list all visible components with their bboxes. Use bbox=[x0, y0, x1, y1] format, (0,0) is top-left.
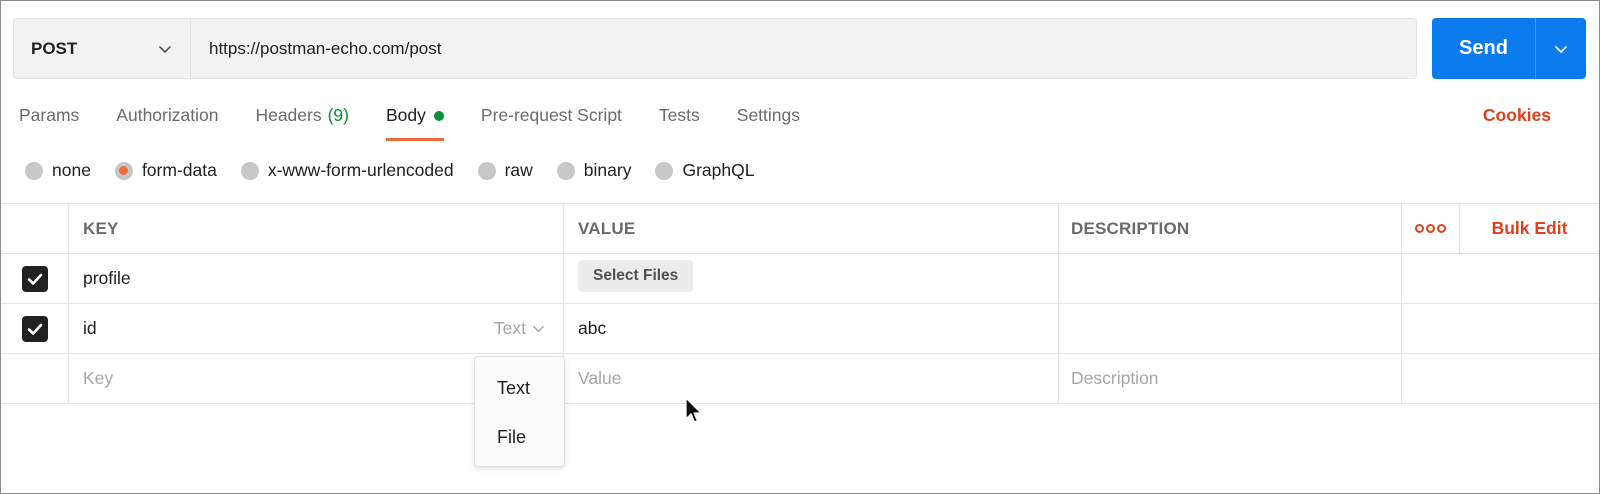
radio-circle bbox=[240, 161, 259, 180]
radio-x-www-form-urlencoded[interactable]: x-www-form-urlencoded bbox=[240, 160, 454, 181]
description-cell[interactable] bbox=[1059, 304, 1402, 353]
radio-graphql[interactable]: GraphQL bbox=[655, 160, 754, 181]
send-button[interactable]: Send bbox=[1432, 18, 1536, 79]
select-files-button[interactable]: Select Files bbox=[578, 259, 694, 292]
value-text: abc bbox=[578, 318, 607, 338]
tab-body[interactable]: Body bbox=[386, 101, 444, 141]
mouse-pointer-icon bbox=[685, 397, 702, 423]
row-checkbox[interactable] bbox=[21, 265, 48, 292]
form-data-table: KEY VALUE DESCRIPTION Bulk Edit profile … bbox=[1, 203, 1599, 404]
row-spacer-cell bbox=[1402, 254, 1460, 303]
tab-label: Pre-request Script bbox=[480, 105, 622, 125]
key-placeholder: Key bbox=[83, 368, 114, 388]
body-type-radio-group: none form-data x-www-form-urlencoded raw… bbox=[25, 160, 778, 181]
value-cell[interactable]: Value bbox=[564, 354, 1059, 403]
radio-circle bbox=[655, 161, 674, 180]
radio-none[interactable]: none bbox=[25, 160, 91, 181]
radio-circle bbox=[477, 161, 496, 180]
check-icon bbox=[27, 273, 42, 285]
table-row: profile Select Files bbox=[1, 253, 1599, 303]
row-spacer-cell bbox=[1460, 354, 1599, 403]
table-row: id Text abc bbox=[1, 303, 1599, 353]
row-check-cell bbox=[1, 304, 69, 353]
row-spacer-cell bbox=[1460, 304, 1599, 353]
tab-label: Settings bbox=[736, 105, 801, 125]
radio-label: form-data bbox=[141, 160, 217, 180]
key-type-select[interactable]: Text bbox=[494, 304, 545, 353]
request-bar: POST bbox=[13, 18, 1417, 79]
row-check-cell bbox=[1, 254, 69, 303]
method-label: POST bbox=[31, 38, 78, 58]
bulk-edit-button[interactable]: Bulk Edit bbox=[1492, 218, 1568, 239]
radio-label: binary bbox=[583, 160, 632, 180]
tab-authorization[interactable]: Authorization bbox=[116, 101, 218, 141]
description-cell[interactable] bbox=[1059, 254, 1402, 303]
row-spacer-cell bbox=[1402, 304, 1460, 353]
tab-label: Headers bbox=[255, 105, 322, 125]
key-type-label: Text bbox=[493, 318, 526, 338]
more-horizontal-icon[interactable] bbox=[1415, 224, 1446, 233]
key-type-menu: Text File bbox=[474, 356, 565, 467]
chevron-down-icon bbox=[533, 325, 544, 332]
radio-form-data[interactable]: form-data bbox=[114, 160, 217, 181]
key-cell[interactable]: profile bbox=[69, 254, 564, 303]
tab-label: Authorization bbox=[116, 105, 219, 125]
tab-label: Body bbox=[386, 105, 426, 125]
tab-settings[interactable]: Settings bbox=[737, 101, 800, 141]
description-placeholder: Description bbox=[1071, 368, 1159, 388]
check-icon bbox=[27, 323, 42, 335]
send-button-group: Send bbox=[1432, 18, 1586, 79]
radio-circle bbox=[25, 161, 43, 180]
bulk-edit-cell: Bulk Edit bbox=[1460, 204, 1599, 253]
value-cell: Select Files bbox=[564, 254, 1059, 303]
body-indicator-dot bbox=[433, 111, 444, 121]
radio-circle-selected bbox=[114, 161, 133, 180]
value-cell[interactable]: abc bbox=[564, 304, 1059, 353]
postman-request-window: POST Send Params Authorization Headers (… bbox=[0, 0, 1600, 494]
radio-label: x-www-form-urlencoded bbox=[267, 160, 454, 180]
method-select[interactable]: POST bbox=[14, 19, 191, 78]
radio-label: raw bbox=[504, 160, 533, 180]
menu-item-text[interactable]: Text bbox=[497, 378, 530, 399]
tab-label: Tests bbox=[658, 105, 700, 125]
url-input[interactable] bbox=[191, 19, 1416, 78]
tab-headers[interactable]: Headers (9) bbox=[255, 101, 349, 141]
radio-binary[interactable]: binary bbox=[556, 160, 632, 181]
tab-label: Params bbox=[19, 105, 80, 125]
radio-raw[interactable]: raw bbox=[477, 160, 533, 181]
headers-count-badge: (9) bbox=[327, 105, 349, 125]
radio-circle bbox=[556, 161, 575, 180]
row-check-cell bbox=[1, 354, 69, 403]
key-cell[interactable]: id Text bbox=[69, 304, 564, 353]
menu-item-file[interactable]: File bbox=[497, 427, 526, 448]
header-check-cell bbox=[1, 204, 69, 253]
key-text: id bbox=[83, 318, 97, 338]
header-key: KEY bbox=[69, 204, 564, 253]
table-row-new: Key Value Description bbox=[1, 353, 1599, 404]
cookies-link[interactable]: Cookies bbox=[1483, 105, 1551, 126]
key-text: profile bbox=[83, 268, 131, 288]
radio-label: none bbox=[52, 160, 91, 180]
request-tabs: Params Authorization Headers (9) Body Pr… bbox=[19, 101, 837, 141]
description-cell[interactable]: Description bbox=[1059, 354, 1402, 403]
chevron-down-icon bbox=[159, 45, 171, 53]
header-value: VALUE bbox=[564, 204, 1059, 253]
header-description: DESCRIPTION bbox=[1059, 204, 1402, 253]
send-options-button[interactable] bbox=[1536, 18, 1586, 79]
radio-label: GraphQL bbox=[682, 160, 755, 180]
row-spacer-cell bbox=[1402, 354, 1460, 403]
row-spacer-cell bbox=[1460, 254, 1599, 303]
chevron-down-icon bbox=[1555, 45, 1567, 53]
tab-tests[interactable]: Tests bbox=[659, 101, 700, 141]
row-checkbox[interactable] bbox=[21, 315, 48, 342]
table-header-row: KEY VALUE DESCRIPTION Bulk Edit bbox=[1, 203, 1599, 253]
more-options-cell bbox=[1402, 204, 1460, 253]
value-placeholder: Value bbox=[578, 368, 622, 388]
tab-pre-request-script[interactable]: Pre-request Script bbox=[481, 101, 622, 141]
tab-params[interactable]: Params bbox=[19, 101, 79, 141]
